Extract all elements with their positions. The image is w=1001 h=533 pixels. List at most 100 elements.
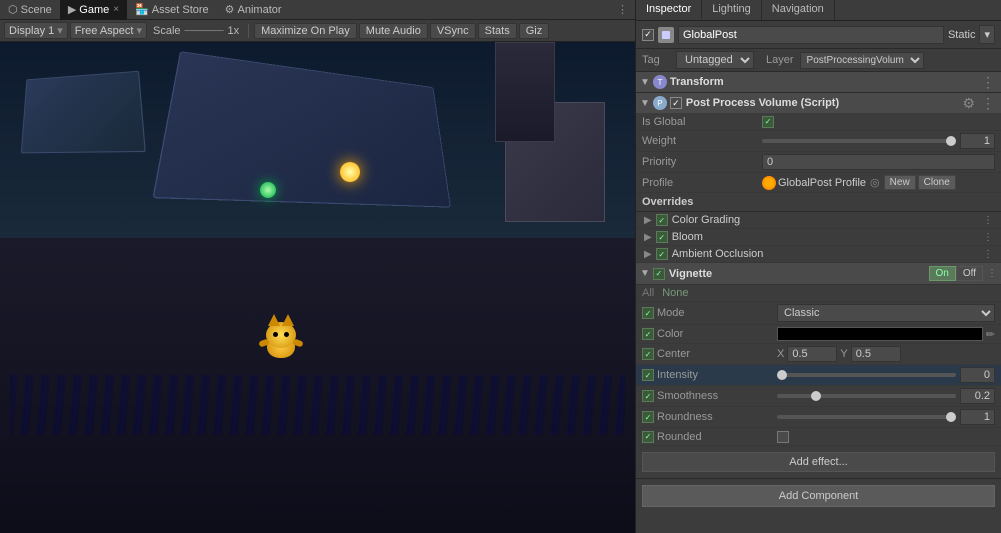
tab-lighting[interactable]: Lighting bbox=[702, 0, 762, 20]
tab-bar-right: ⋮ bbox=[614, 3, 635, 16]
ambient-occlusion-check[interactable] bbox=[656, 248, 668, 260]
color-grading-check[interactable] bbox=[656, 214, 668, 226]
weight-label: Weight bbox=[642, 135, 762, 147]
tab-game[interactable]: ▶ Game × bbox=[60, 0, 127, 20]
color-row-left: Color bbox=[642, 328, 777, 340]
tab-bar: ⬡ Scene ▶ Game × 🏪 Asset Store ⚙ Animato… bbox=[0, 0, 635, 20]
vignette-check[interactable] bbox=[653, 268, 665, 280]
profile-btn-group: New Clone bbox=[884, 175, 956, 190]
transform-header[interactable]: ▼ T Transform ⋮ bbox=[636, 72, 1001, 92]
vsync-btn[interactable]: VSync bbox=[430, 23, 476, 39]
transform-actions: ⋮ bbox=[979, 75, 997, 89]
center-x-input[interactable] bbox=[787, 346, 837, 362]
post-process-section: ▼ P Post Process Volume (Script) ⚙ ⋮ Is … bbox=[636, 93, 1001, 479]
override-bloom[interactable]: ▶ Bloom ⋮ bbox=[636, 229, 1001, 246]
post-process-active-checkbox[interactable] bbox=[670, 97, 682, 109]
transform-section: ▼ T Transform ⋮ bbox=[636, 72, 1001, 93]
smoothness-value: 0.2 bbox=[777, 388, 995, 404]
smoothness-check[interactable] bbox=[642, 390, 654, 402]
rounded-check[interactable] bbox=[642, 431, 654, 443]
gizmos-btn[interactable]: Giz bbox=[519, 23, 550, 39]
override-ambient-occlusion[interactable]: ▶ Ambient Occlusion ⋮ bbox=[636, 246, 1001, 263]
transform-menu-btn[interactable]: ⋮ bbox=[979, 75, 997, 89]
tab-animator[interactable]: ⚙ Animator bbox=[217, 0, 290, 20]
center-label: Center bbox=[657, 348, 777, 360]
center-row-left: Center bbox=[642, 348, 777, 360]
overrides-header: Overrides bbox=[636, 193, 1001, 212]
scene-shadow-stripes bbox=[10, 375, 625, 435]
vignette-expand-icon: ▼ bbox=[640, 268, 650, 279]
rounded-checkbox[interactable] bbox=[777, 431, 789, 443]
aspect-dropdown[interactable]: Free Aspect ▾ bbox=[70, 22, 147, 39]
center-check[interactable] bbox=[642, 348, 654, 360]
intensity-row-left: Intensity bbox=[642, 369, 777, 381]
tab-menu-icon[interactable]: ⋮ bbox=[614, 3, 631, 16]
object-icon bbox=[658, 27, 674, 43]
tab-navigation[interactable]: Navigation bbox=[762, 0, 835, 20]
is-global-value bbox=[762, 116, 995, 128]
post-process-settings-btn[interactable]: ⚙ bbox=[960, 96, 977, 110]
vignette-menu-btn[interactable]: ⋮ bbox=[987, 268, 997, 279]
smoothness-slider[interactable] bbox=[777, 394, 956, 398]
intensity-value: 0 bbox=[777, 367, 995, 383]
object-active-checkbox[interactable] bbox=[642, 29, 654, 41]
object-name-input[interactable] bbox=[678, 26, 944, 44]
profile-clone-btn[interactable]: Clone bbox=[918, 175, 956, 190]
profile-new-btn[interactable]: New bbox=[884, 175, 916, 190]
bloom-check[interactable] bbox=[656, 231, 668, 243]
color-check[interactable] bbox=[642, 328, 654, 340]
mode-label: Mode bbox=[657, 307, 777, 319]
inspector-tab-bar: Inspector Lighting Navigation bbox=[636, 0, 1001, 21]
mute-audio-btn[interactable]: Mute Audio bbox=[359, 23, 428, 39]
priority-input[interactable] bbox=[762, 154, 995, 170]
intensity-row: Intensity 0 bbox=[636, 365, 1001, 386]
override-color-grading[interactable]: ▶ Color Grading ⋮ bbox=[636, 212, 1001, 229]
tag-select[interactable]: Untagged bbox=[676, 51, 754, 69]
static-dropdown-btn[interactable]: ▾ bbox=[979, 25, 995, 44]
weight-slider[interactable] bbox=[762, 139, 956, 143]
stats-btn[interactable]: Stats bbox=[478, 23, 517, 39]
vignette-off-btn[interactable]: Off bbox=[956, 266, 983, 281]
vignette-header[interactable]: ▼ Vignette On Off ⋮ bbox=[636, 263, 1001, 285]
ambient-occlusion-arrow: ▶ bbox=[644, 249, 652, 260]
none-btn[interactable]: None bbox=[662, 287, 688, 299]
intensity-slider[interactable] bbox=[777, 373, 956, 377]
add-effect-btn[interactable]: Add effect... bbox=[642, 452, 995, 472]
profile-picker-btn[interactable]: ◎ bbox=[870, 176, 880, 189]
tab-scene[interactable]: ⬡ Scene bbox=[0, 0, 60, 20]
layer-select[interactable]: PostProcessingVolum bbox=[800, 52, 924, 69]
maximize-on-play-btn[interactable]: Maximize On Play bbox=[254, 23, 357, 39]
is-global-checkbox[interactable] bbox=[762, 116, 774, 128]
color-row: Color ✏ bbox=[636, 325, 1001, 344]
scene-object-book bbox=[21, 71, 146, 154]
tag-label: Tag bbox=[642, 54, 670, 66]
priority-label: Priority bbox=[642, 156, 762, 168]
transform-icon: T bbox=[653, 75, 667, 89]
vignette-on-btn[interactable]: On bbox=[929, 266, 956, 281]
color-picker-icon[interactable]: ✏ bbox=[986, 328, 995, 341]
tab-asset-store[interactable]: 🏪 Asset Store bbox=[127, 0, 217, 20]
transform-expand-icon: ▼ bbox=[640, 77, 650, 88]
smoothness-label: Smoothness bbox=[657, 390, 777, 402]
mode-check[interactable] bbox=[642, 307, 654, 319]
all-none-row: All None bbox=[636, 285, 1001, 302]
priority-row: Priority bbox=[636, 152, 1001, 173]
color-swatch[interactable] bbox=[777, 327, 983, 341]
roundness-row: Roundness 1 bbox=[636, 407, 1001, 428]
tab-close-icon[interactable]: × bbox=[113, 4, 119, 15]
post-process-header[interactable]: ▼ P Post Process Volume (Script) ⚙ ⋮ bbox=[636, 93, 1001, 113]
intensity-check[interactable] bbox=[642, 369, 654, 381]
mode-select[interactable]: Classic bbox=[777, 304, 995, 322]
roundness-slider[interactable] bbox=[777, 415, 956, 419]
add-component-btn[interactable]: Add Component bbox=[642, 485, 995, 507]
bloom-label: Bloom bbox=[672, 231, 983, 243]
display-dropdown[interactable]: Display 1 ▾ bbox=[4, 22, 68, 39]
post-process-menu-btn[interactable]: ⋮ bbox=[979, 96, 997, 110]
tab-inspector[interactable]: Inspector bbox=[636, 0, 702, 20]
rounded-row-left: Rounded bbox=[642, 431, 777, 443]
intensity-label: Intensity bbox=[657, 369, 777, 381]
color-label: Color bbox=[657, 328, 777, 340]
center-y-input[interactable] bbox=[851, 346, 901, 362]
roundness-check[interactable] bbox=[642, 411, 654, 423]
scene-character bbox=[267, 322, 295, 346]
